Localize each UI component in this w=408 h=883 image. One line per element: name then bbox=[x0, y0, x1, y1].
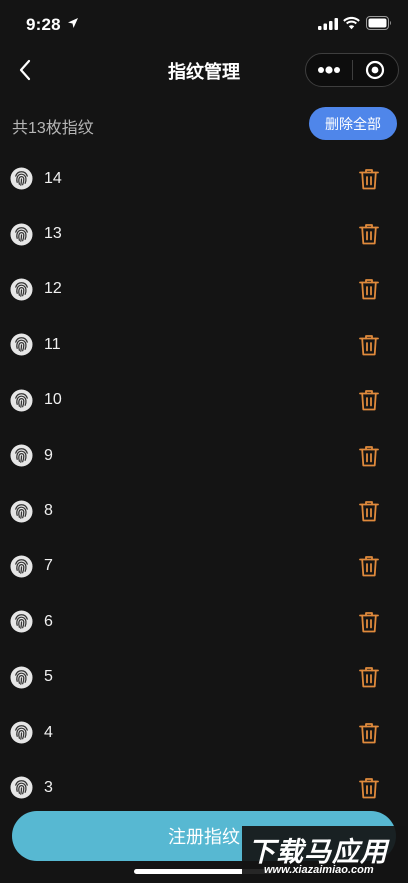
trash-icon[interactable] bbox=[358, 610, 380, 634]
fingerprint-row: 14 bbox=[0, 151, 408, 206]
delete-all-button[interactable]: 删除全部 bbox=[309, 107, 397, 140]
fingerprint-count: 共13枚指纹 bbox=[12, 120, 94, 137]
mini-program-capsule bbox=[305, 53, 399, 87]
status-time: 9:28 bbox=[26, 15, 61, 34]
trash-icon[interactable] bbox=[358, 721, 380, 745]
fingerprint-icon bbox=[10, 333, 33, 356]
close-mini-program-button[interactable] bbox=[352, 54, 398, 86]
fingerprint-row: 5 bbox=[0, 650, 408, 705]
fingerprint-icon bbox=[10, 721, 33, 744]
fingerprint-icon bbox=[10, 666, 33, 689]
target-circle-icon bbox=[366, 60, 385, 80]
fingerprint-row: 8 bbox=[0, 483, 408, 538]
cellular-signal-icon bbox=[318, 18, 338, 30]
fingerprint-number: 9 bbox=[44, 446, 53, 464]
fingerprint-icon bbox=[10, 167, 33, 190]
fingerprint-number: 11 bbox=[44, 335, 61, 353]
fingerprint-icon bbox=[10, 500, 33, 523]
status-bar: 9:28 bbox=[0, 0, 408, 48]
trash-icon[interactable] bbox=[358, 167, 380, 191]
trash-icon[interactable] bbox=[358, 776, 380, 800]
trash-icon[interactable] bbox=[358, 277, 380, 301]
fingerprint-number: 12 bbox=[44, 280, 62, 298]
wifi-icon bbox=[343, 16, 360, 30]
fingerprint-row: 9 bbox=[0, 428, 408, 483]
fingerprint-number: 4 bbox=[44, 723, 53, 741]
fingerprint-number: 3 bbox=[44, 778, 53, 796]
fingerprint-icon bbox=[10, 223, 33, 246]
trash-icon[interactable] bbox=[358, 499, 380, 523]
watermark-url-text: www.xiazaimiao.com bbox=[264, 864, 374, 876]
fingerprint-row: 7 bbox=[0, 539, 408, 594]
fingerprint-row: 6 bbox=[0, 594, 408, 649]
fingerprint-number: 14 bbox=[44, 169, 62, 187]
fingerprint-row: 13 bbox=[0, 206, 408, 261]
fingerprint-row: 3 bbox=[0, 760, 408, 811]
trash-icon[interactable] bbox=[358, 444, 380, 468]
navigation-bar: 指纹管理 bbox=[0, 48, 408, 92]
fingerprint-list: 14 13 12 11 10 9 8 7 6 5 4 3 bbox=[0, 151, 408, 811]
battery-icon bbox=[366, 16, 391, 30]
fingerprint-number: 7 bbox=[44, 557, 53, 575]
fingerprint-icon bbox=[10, 278, 33, 301]
trash-icon[interactable] bbox=[358, 665, 380, 689]
fingerprint-row: 12 bbox=[0, 262, 408, 317]
watermark: 下载马应用 www.xiazaimiao.com bbox=[242, 826, 406, 882]
fingerprint-number: 5 bbox=[44, 668, 53, 686]
trash-icon[interactable] bbox=[358, 554, 380, 578]
fingerprint-icon bbox=[10, 555, 33, 578]
fingerprint-number: 6 bbox=[44, 612, 53, 630]
fingerprint-icon bbox=[10, 444, 33, 467]
more-dots-icon bbox=[317, 66, 340, 74]
fingerprint-icon bbox=[10, 776, 33, 800]
fingerprint-row: 11 bbox=[0, 317, 408, 372]
trash-icon[interactable] bbox=[358, 222, 380, 246]
fingerprint-row: 4 bbox=[0, 705, 408, 760]
trash-icon[interactable] bbox=[358, 333, 380, 357]
fingerprint-number: 8 bbox=[44, 502, 53, 520]
location-arrow-icon bbox=[68, 18, 78, 28]
fingerprint-icon bbox=[10, 389, 33, 412]
fingerprint-number: 10 bbox=[44, 391, 62, 409]
fingerprint-number: 13 bbox=[44, 225, 62, 243]
trash-icon[interactable] bbox=[358, 388, 380, 412]
fingerprint-icon bbox=[10, 610, 33, 633]
fingerprint-row: 10 bbox=[0, 373, 408, 428]
more-button[interactable] bbox=[306, 54, 352, 86]
